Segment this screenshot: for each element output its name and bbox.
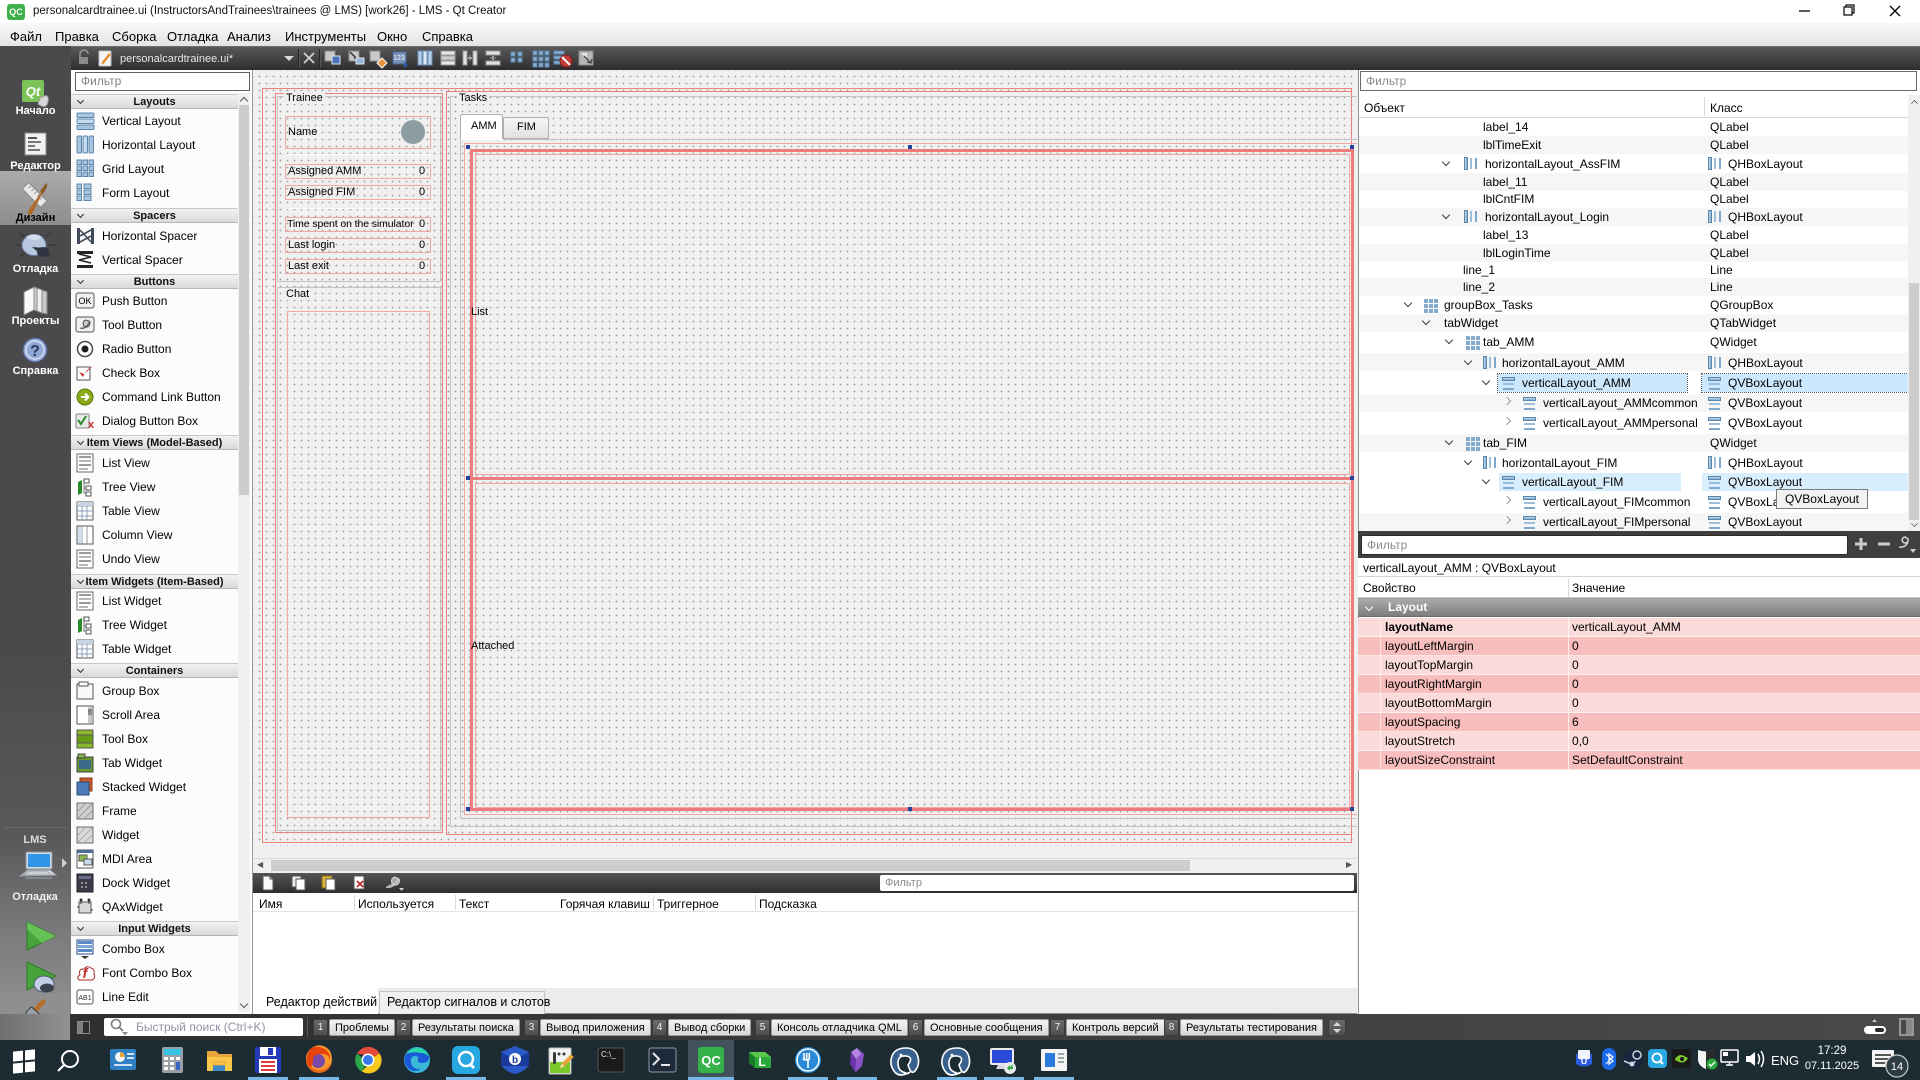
svg-text:Отладка: Отладка: [12, 891, 58, 903]
svg-text:Qt: Qt: [26, 84, 41, 99]
svg-text:LMS: LMS: [23, 834, 46, 846]
svg-text:OK: OK: [78, 296, 91, 306]
svg-text:C:\_: C:\_: [601, 1050, 616, 1059]
svg-text:14: 14: [1891, 1061, 1903, 1073]
svg-text:x: x: [88, 419, 95, 431]
svg-text:AB1: AB1: [78, 995, 91, 1002]
svg-text:QC: QC: [701, 1053, 721, 1068]
svg-text:b: b: [512, 1055, 518, 1066]
svg-text:L: L: [758, 1055, 765, 1069]
svg-text:{}: {}: [1580, 1054, 1588, 1064]
svg-text:123: 123: [393, 55, 405, 62]
svg-text:?: ?: [30, 343, 40, 360]
